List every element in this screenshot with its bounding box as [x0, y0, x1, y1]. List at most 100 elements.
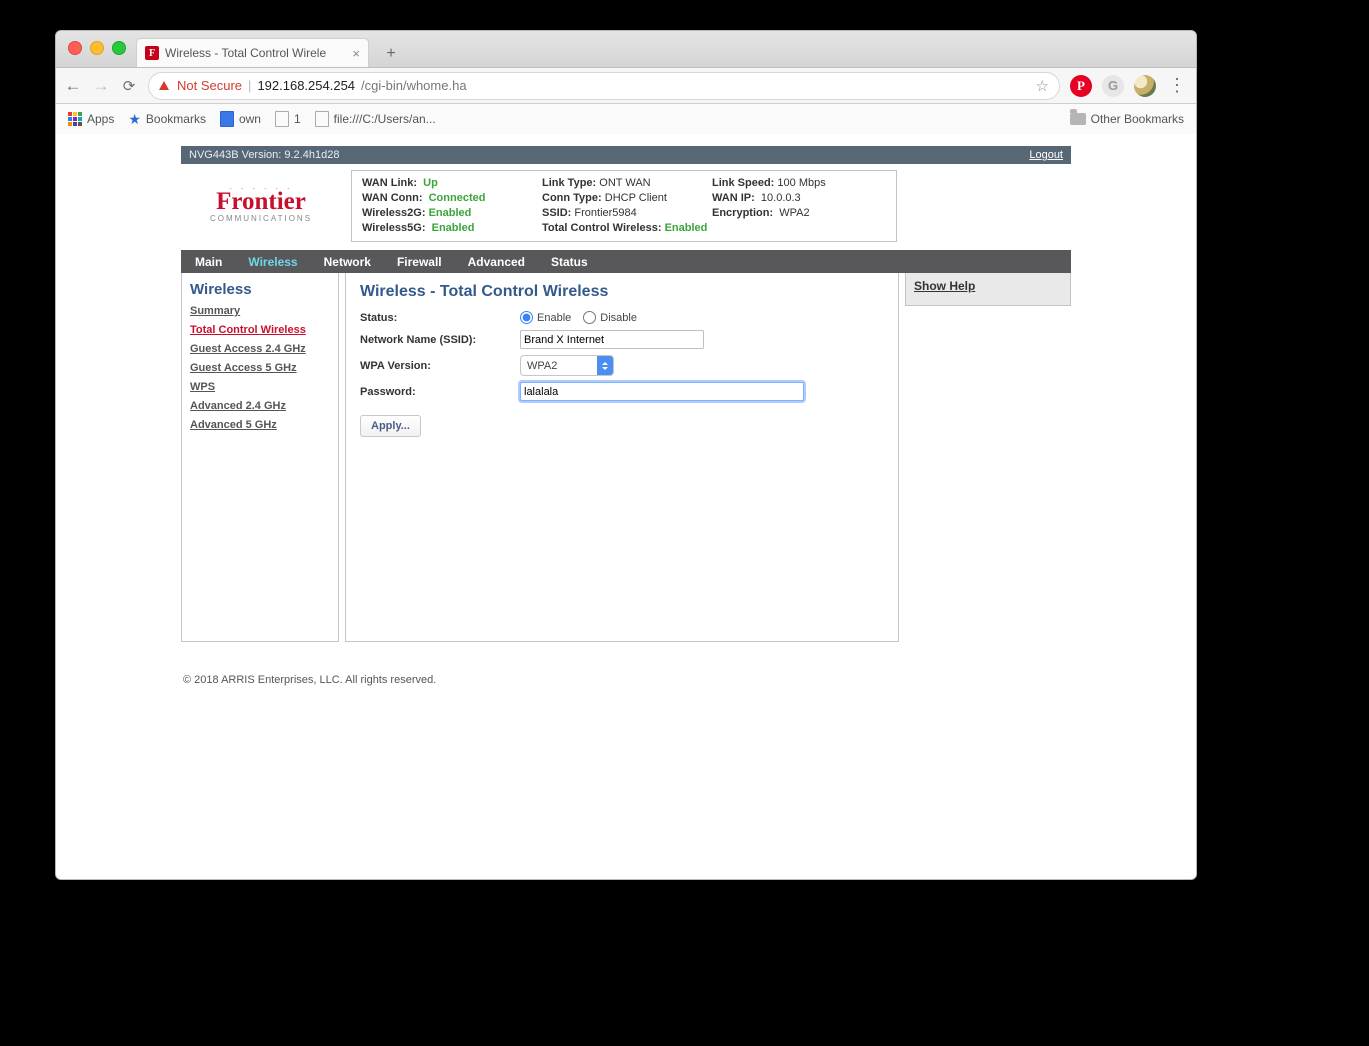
- status-enable-label: Enable: [537, 312, 571, 324]
- other-bookmarks[interactable]: Other Bookmarks: [1070, 112, 1184, 126]
- ssid-label: SSID:: [542, 207, 571, 219]
- bookmark-file[interactable]: file:///C:/Users/an...: [315, 111, 436, 127]
- sidebar-item-adv-24[interactable]: Advanced 2.4 GHz: [190, 400, 330, 412]
- security-status: Not Secure: [177, 78, 242, 93]
- nav-back-icon[interactable]: ←: [64, 76, 82, 96]
- encryption-value: WPA2: [779, 207, 809, 219]
- logo-text: Frontier: [216, 189, 306, 214]
- logout-link[interactable]: Logout: [1029, 146, 1063, 164]
- bookmark-bookmarks[interactable]: ★ Bookmarks: [128, 111, 206, 128]
- nav-main[interactable]: Main: [195, 255, 222, 269]
- ssid-value: Frontier5984: [574, 207, 636, 219]
- encryption-label: Encryption:: [712, 207, 773, 219]
- close-window-button[interactable]: [68, 41, 82, 55]
- tcw-value: Enabled: [665, 222, 708, 234]
- status-enable-radio[interactable]: [520, 311, 533, 324]
- sidebar-item-guest-5[interactable]: Guest Access 5 GHz: [190, 362, 330, 374]
- doc-icon: [315, 111, 329, 127]
- doc-icon: [275, 111, 289, 127]
- sidebar-item-guest-24[interactable]: Guest Access 2.4 GHz: [190, 343, 330, 355]
- bookmark-1[interactable]: 1: [275, 111, 301, 127]
- apply-button[interactable]: Apply...: [360, 415, 421, 437]
- wan-conn-value: Connected: [429, 192, 486, 204]
- new-tab-button[interactable]: +: [377, 41, 405, 67]
- status-disable-label: Disable: [600, 312, 637, 324]
- version-bar: NVG443B Version: 9.2.4h1d28 Logout: [181, 146, 1071, 164]
- status-summary: WAN Link: Up Link Type: ONT WAN Link Spe…: [351, 170, 897, 242]
- bookmark-label: own: [239, 112, 261, 126]
- apps-label: Apps: [87, 112, 114, 126]
- nav-forward-icon[interactable]: →: [92, 76, 110, 96]
- wireless5g-value: Enabled: [432, 222, 475, 234]
- sidebar-item-total-control-wireless[interactable]: Total Control Wireless: [190, 324, 330, 336]
- nav-reload-icon[interactable]: ⟳: [120, 77, 138, 95]
- conn-type-label: Conn Type:: [542, 192, 602, 204]
- bookmark-own[interactable]: own: [220, 111, 261, 127]
- nav-wireless[interactable]: Wireless: [248, 255, 297, 269]
- apps-shortcut[interactable]: Apps: [68, 112, 114, 126]
- firmware-version: NVG443B Version: 9.2.4h1d28: [189, 146, 339, 164]
- doc-blue-icon: [220, 111, 234, 127]
- bookmark-label: Other Bookmarks: [1091, 112, 1184, 126]
- frontier-logo: · · · · · · Frontier COMMUNICATIONS: [181, 170, 341, 236]
- browser-tab[interactable]: F Wireless - Total Control Wirele ×: [136, 38, 369, 67]
- status-disable-radio[interactable]: [583, 311, 596, 324]
- conn-type-value: DHCP Client: [605, 192, 667, 204]
- nav-firewall[interactable]: Firewall: [397, 255, 442, 269]
- nav-advanced[interactable]: Advanced: [468, 255, 525, 269]
- minimize-window-button[interactable]: [90, 41, 104, 55]
- window-controls: [68, 41, 126, 55]
- maximize-window-button[interactable]: [112, 41, 126, 55]
- wan-ip-value: 10.0.0.3: [761, 192, 801, 204]
- bookmarks-bar: Apps ★ Bookmarks own 1 file:///C:/Users/…: [56, 104, 1196, 135]
- sidebar-title: Wireless: [190, 281, 330, 298]
- star-icon: ★: [128, 111, 141, 128]
- status-field-label: Status:: [360, 312, 520, 324]
- password-input[interactable]: [520, 382, 804, 401]
- nav-network[interactable]: Network: [324, 255, 371, 269]
- page-title: Wireless - Total Control Wireless: [360, 283, 884, 301]
- main-panel: Wireless - Total Control Wireless Status…: [345, 273, 899, 642]
- wpa-field-label: WPA Version:: [360, 360, 520, 372]
- browser-menu-icon[interactable]: ⋮: [1166, 75, 1188, 96]
- page-content: NVG443B Version: 9.2.4h1d28 Logout · · ·…: [56, 134, 1196, 879]
- browser-window: F Wireless - Total Control Wirele × + ← …: [55, 30, 1197, 880]
- wan-ip-label: WAN IP:: [712, 192, 755, 204]
- tab-favicon-icon: F: [145, 46, 159, 60]
- url-path: /cgi-bin/whome.ha: [361, 78, 467, 93]
- sidebar-item-adv-5[interactable]: Advanced 5 GHz: [190, 419, 330, 431]
- sidebar-item-wps[interactable]: WPS: [190, 381, 330, 393]
- tab-strip: F Wireless - Total Control Wirele × +: [56, 31, 1196, 68]
- nav-status[interactable]: Status: [551, 255, 588, 269]
- tab-title: Wireless - Total Control Wirele: [165, 46, 346, 60]
- link-type-label: Link Type:: [542, 177, 596, 189]
- address-bar[interactable]: Not Secure | 192.168.254.254/cgi-bin/who…: [148, 72, 1060, 100]
- bookmark-label: file:///C:/Users/an...: [334, 112, 436, 126]
- profile-avatar-icon[interactable]: [1134, 75, 1156, 97]
- link-type-value: ONT WAN: [599, 177, 650, 189]
- sidebar-item-summary[interactable]: Summary: [190, 305, 330, 317]
- wireless2g-label: Wireless2G:: [362, 207, 426, 219]
- wan-link-label: WAN Link:: [362, 177, 417, 189]
- ssid-field-label: Network Name (SSID):: [360, 334, 520, 346]
- ssid-input[interactable]: [520, 330, 704, 349]
- url-host: 192.168.254.254: [257, 78, 355, 93]
- apps-grid-icon: [68, 112, 82, 126]
- wpa-version-select[interactable]: WPA2: [520, 355, 614, 376]
- password-field-label: Password:: [360, 386, 520, 398]
- select-arrows-icon: [597, 356, 613, 375]
- bookmark-star-icon[interactable]: ☆: [1036, 77, 1049, 95]
- tab-close-icon[interactable]: ×: [352, 46, 360, 61]
- show-help-link[interactable]: Show Help: [914, 279, 975, 293]
- security-warning-icon: [159, 81, 169, 90]
- extension-pinterest-icon[interactable]: P: [1070, 75, 1092, 97]
- tcw-label: Total Control Wireless:: [542, 222, 662, 234]
- page-footer: © 2018 ARRIS Enterprises, LLC. All right…: [183, 674, 1071, 686]
- wpa-version-value: WPA2: [521, 360, 597, 372]
- extension-g-icon[interactable]: G: [1102, 75, 1124, 97]
- link-speed-value: 100 Mbps: [777, 177, 825, 189]
- bookmark-label: Bookmarks: [146, 112, 206, 126]
- wireless-sidebar: Wireless Summary Total Control Wireless …: [181, 273, 339, 642]
- browser-toolbar: ← → ⟳ Not Secure | 192.168.254.254/cgi-b…: [56, 68, 1196, 104]
- wan-conn-label: WAN Conn:: [362, 192, 422, 204]
